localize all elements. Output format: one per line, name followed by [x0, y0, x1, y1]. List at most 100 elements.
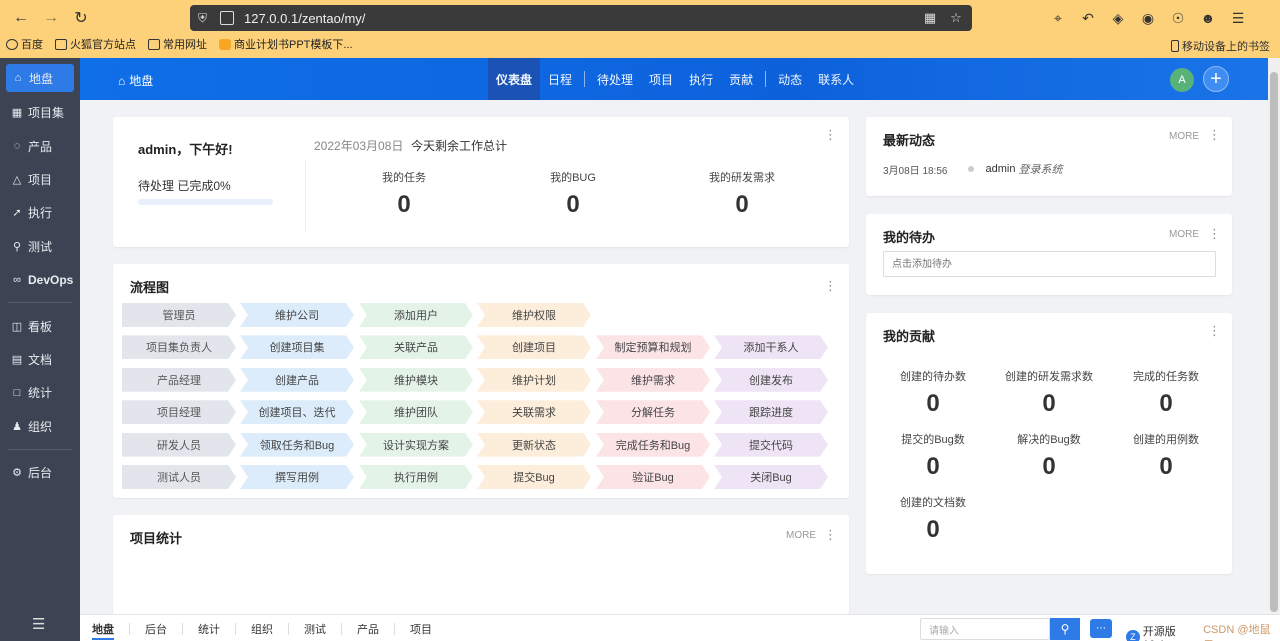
tab-contribute[interactable]: 贡献: [721, 58, 761, 100]
bottom-tab[interactable]: 后台: [137, 615, 175, 641]
flow-step[interactable]: 更新状态: [477, 433, 591, 457]
more-options-icon[interactable]: ⋮: [1208, 128, 1221, 141]
stat-my-tasks[interactable]: 我的任务 0: [344, 169, 464, 219]
flow-step[interactable]: 分解任务: [596, 400, 710, 424]
sidebar-item-execution[interactable]: ➚ 执行: [0, 196, 80, 229]
flow-step[interactable]: 维护权限: [477, 303, 591, 327]
back-button[interactable]: ←: [8, 6, 34, 30]
sidebar-item-project[interactable]: △ 项目: [0, 163, 80, 196]
flow-step[interactable]: 领取任务和Bug: [240, 433, 354, 457]
flow-step[interactable]: 维护计划: [477, 368, 591, 392]
more-link[interactable]: MORE: [786, 530, 816, 541]
bottom-tab[interactable]: 产品: [349, 615, 387, 641]
bookmark-common[interactable]: 常用网址: [148, 36, 207, 52]
search-button[interactable]: ⚲: [1050, 618, 1080, 640]
bottom-search-input[interactable]: 请输入: [920, 618, 1050, 640]
tab-todo[interactable]: 待处理: [589, 58, 641, 100]
palette-icon[interactable]: ◉: [1136, 6, 1160, 30]
flow-step[interactable]: 维护模块: [359, 368, 473, 392]
sidebar-item-doc[interactable]: ▤ 文档: [0, 343, 80, 376]
flow-step[interactable]: 添加干系人: [714, 335, 828, 359]
more-options-icon[interactable]: ⋮: [824, 128, 837, 141]
sidebar-item-program[interactable]: ▦ 项目集: [0, 96, 80, 129]
sidebar-item-org[interactable]: ♟ 组织: [0, 410, 80, 443]
flow-step[interactable]: 提交代码: [714, 433, 828, 457]
tab-dashboard[interactable]: 仪表盘: [488, 58, 541, 100]
cookie-icon[interactable]: ☉: [1166, 6, 1190, 30]
flow-step[interactable]: 关闭Bug: [714, 465, 828, 489]
screenshot-icon[interactable]: ⌖: [1046, 6, 1070, 30]
add-todo-input[interactable]: [883, 251, 1216, 277]
extension-icon[interactable]: ◈: [1106, 6, 1130, 30]
panel-title: 我的待办: [883, 230, 936, 245]
bottom-tab[interactable]: 地盘: [84, 615, 122, 641]
header-home-link[interactable]: ⌂ 地盘: [118, 72, 153, 89]
tab-dynamic[interactable]: 动态: [770, 58, 810, 100]
stat-my-bugs[interactable]: 我的BUG 0: [513, 169, 633, 219]
more-options-icon[interactable]: ⋮: [1208, 227, 1221, 240]
tab-contacts[interactable]: 联系人: [810, 58, 862, 100]
flow-step[interactable]: 关联需求: [477, 400, 591, 424]
more-link[interactable]: MORE: [1169, 229, 1199, 240]
bookmark-baidu[interactable]: 百度: [6, 36, 43, 52]
dynamic-user[interactable]: admin: [986, 163, 1016, 175]
flow-step[interactable]: 验证Bug: [596, 465, 710, 489]
flow-step[interactable]: 关联产品: [359, 335, 473, 359]
tab-project[interactable]: 项目: [641, 58, 681, 100]
tab-execution[interactable]: 执行: [681, 58, 721, 100]
todo-panel: 我的待办 MORE ⋮: [866, 214, 1232, 295]
bottom-tab[interactable]: 统计: [190, 615, 228, 641]
star-icon[interactable]: ☆: [948, 10, 964, 26]
account-icon[interactable]: ☻: [1196, 6, 1220, 30]
bookmark-firefox[interactable]: 火狐官方站点: [55, 36, 136, 52]
flow-step[interactable]: 创建发布: [714, 368, 828, 392]
sidebar-item-qa[interactable]: ⚲ 测试: [0, 230, 80, 263]
flow-step[interactable]: 添加用户: [359, 303, 473, 327]
flow-step[interactable]: 创建产品: [240, 368, 354, 392]
version-link[interactable]: Z 开源版16.4 CSDN @地鼠君: [1126, 621, 1280, 641]
sidebar-item-kanban[interactable]: ◫ 看板: [0, 309, 80, 342]
flow-step[interactable]: 制定预算和规划: [596, 335, 710, 359]
flow-step[interactable]: 设计实现方案: [359, 433, 473, 457]
flow-step[interactable]: 提交Bug: [477, 465, 591, 489]
flow-step[interactable]: 撰写用例: [240, 465, 354, 489]
flow-step[interactable]: 跟踪进度: [714, 400, 828, 424]
address-bar[interactable]: ⛨ 127.0.0.1/zentao/my/ ▦ ☆: [190, 5, 972, 31]
bookmark-ppt[interactable]: 商业计划书PPT模板下...: [219, 36, 353, 52]
flow-step[interactable]: 维护公司: [240, 303, 354, 327]
collapse-menu-icon[interactable]: ☰: [32, 615, 45, 633]
bottom-tab[interactable]: 测试: [296, 615, 334, 641]
menu-icon[interactable]: ☰: [1226, 6, 1250, 30]
bottom-tab[interactable]: 组织: [243, 615, 281, 641]
mobile-bookmarks[interactable]: 移动设备上的书签: [1171, 38, 1270, 54]
undo-icon[interactable]: ↶: [1076, 6, 1100, 30]
more-options-icon[interactable]: ⋮: [824, 528, 837, 541]
more-options-icon[interactable]: ⋮: [824, 279, 837, 292]
qr-code-icon[interactable]: ▦: [922, 10, 938, 26]
more-link[interactable]: MORE: [1169, 131, 1199, 142]
flow-step[interactable]: 执行用例: [359, 465, 473, 489]
flow-step[interactable]: 创建项目、迭代: [240, 400, 354, 424]
sidebar-item-my[interactable]: ⌂ 地盘: [6, 64, 74, 92]
forward-button[interactable]: →: [38, 6, 64, 30]
infinity-icon: ∞: [13, 273, 21, 286]
sidebar-item-product[interactable]: ◌ 产品: [0, 129, 80, 162]
sidebar-item-devops[interactable]: ∞ DevOps: [0, 263, 80, 296]
flow-step[interactable]: 维护需求: [596, 368, 710, 392]
url-text[interactable]: 127.0.0.1/zentao/my/: [244, 11, 912, 26]
sidebar-item-admin[interactable]: ⚙ 后台: [0, 456, 80, 489]
chat-button[interactable]: ⋯: [1090, 619, 1112, 638]
reload-button[interactable]: ↻: [68, 6, 94, 30]
scrollbar-thumb[interactable]: [1270, 72, 1278, 612]
flow-step[interactable]: 完成任务和Bug: [596, 433, 710, 457]
avatar[interactable]: A: [1170, 68, 1194, 92]
flow-step[interactable]: 创建项目: [477, 335, 591, 359]
sidebar-item-report[interactable]: □ 统计: [0, 376, 80, 409]
create-plus-button[interactable]: +: [1203, 66, 1229, 92]
stat-my-stories[interactable]: 我的研发需求 0: [682, 169, 802, 219]
bottom-tab[interactable]: 项目: [402, 615, 440, 641]
more-options-icon[interactable]: ⋮: [1208, 324, 1221, 337]
flow-step[interactable]: 维护团队: [359, 400, 473, 424]
flow-step[interactable]: 创建项目集: [240, 335, 354, 359]
tab-calendar[interactable]: 日程: [540, 58, 580, 100]
